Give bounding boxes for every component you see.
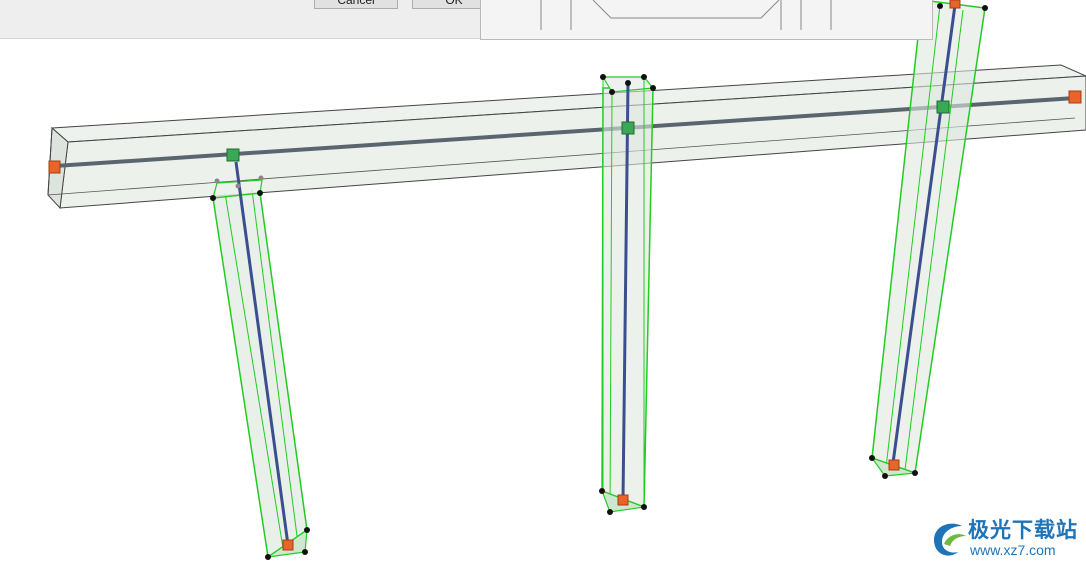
3d-model-viewport[interactable]: [0, 0, 1086, 568]
column-right-base-handle[interactable]: [888, 459, 900, 471]
beam-mid-handle-middle[interactable]: [621, 121, 635, 135]
watermark-url: www.xz7.com: [970, 542, 1056, 558]
beam-mid-handle-right[interactable]: [936, 100, 950, 114]
column-middle[interactable]: [599, 74, 656, 515]
column-right-top-handle[interactable]: [949, 0, 961, 9]
column-right[interactable]: [869, 0, 988, 479]
watermark-logo-icon: [934, 523, 966, 556]
beam-mid-handle-left[interactable]: [226, 148, 240, 162]
cancel-button[interactable]: Cancel: [314, 0, 398, 9]
beam-end-handle[interactable]: [1068, 90, 1082, 104]
column-middle-base-handle[interactable]: [617, 494, 629, 506]
beam-start-handle[interactable]: [48, 160, 61, 174]
preview-sketch: [540, 0, 832, 30]
preview-panel: [480, 0, 933, 40]
column-left[interactable]: [210, 161, 310, 560]
column-left-base-handle[interactable]: [282, 539, 294, 551]
watermark: 极光下载站 www.xz7.com: [928, 512, 1086, 564]
watermark-name: 极光下载站: [968, 518, 1078, 542]
